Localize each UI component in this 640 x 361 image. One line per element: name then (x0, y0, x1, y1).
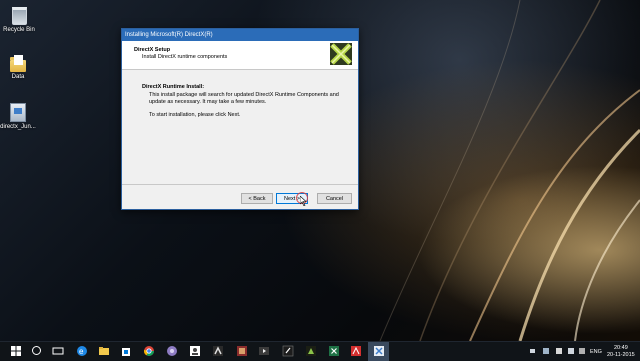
setup-file-icon (10, 103, 26, 122)
desktop-icon-recycle-bin[interactable]: Recycle Bin (1, 5, 37, 34)
network-icon[interactable] (543, 348, 549, 354)
desktop-icon-label: Recycle Bin (3, 27, 35, 33)
desktop-icon-label: Data (11, 74, 25, 80)
music-icon[interactable] (282, 345, 294, 357)
recycle-bin-icon (11, 7, 27, 25)
install-hint: To start installation, please click Next… (149, 112, 241, 118)
battery-icon[interactable] (556, 348, 562, 354)
acrobat-icon[interactable] (350, 345, 362, 357)
chrome-icon[interactable] (143, 345, 155, 357)
install-description: This install package will search for upd… (149, 92, 339, 105)
start-icon[interactable] (10, 345, 22, 357)
mouse-cursor-icon (300, 196, 307, 206)
edge-icon[interactable]: e (76, 345, 88, 357)
header-subtitle: Install DirectX runtime components (142, 54, 228, 60)
back-button[interactable]: < Back (241, 193, 273, 204)
directx-setup-dialog: Installing Microsoft(R) DirectX(R) Direc… (121, 28, 359, 210)
media-icon[interactable] (166, 345, 178, 357)
folder-icon (10, 55, 26, 72)
dialog-titlebar[interactable]: Installing Microsoft(R) DirectX(R) (122, 29, 358, 41)
clock-date[interactable]: 20-11-2015 (607, 352, 635, 358)
explorer-icon[interactable] (98, 345, 110, 357)
clock-time[interactable]: 20:49 (614, 345, 628, 351)
dialog-header: DirectX Setup Install DirectX runtime co… (122, 41, 358, 70)
svg-text:e: e (79, 347, 84, 356)
desktop-icon-data[interactable]: Data (0, 54, 36, 81)
game-icon[interactable] (212, 345, 224, 357)
desktop-icon-directx[interactable]: directx_Jun... (0, 103, 36, 131)
search-icon[interactable] (32, 346, 41, 355)
header-title: DirectX Setup (134, 47, 171, 53)
directx-setup-icon[interactable] (373, 345, 385, 357)
people-icon[interactable] (189, 345, 201, 357)
section-title: DirectX Runtime Install: (142, 84, 205, 90)
desktop-icon-label: directx_Jun... (0, 124, 36, 130)
excel-icon[interactable] (328, 345, 340, 357)
button-separator (122, 184, 358, 185)
taskbar: e ENG 20:49 20-11-2015 (0, 341, 640, 361)
chevron-up-icon[interactable] (530, 349, 535, 353)
language-indicator[interactable]: ENG (590, 349, 602, 355)
cancel-button[interactable]: Cancel (317, 193, 352, 204)
dialog-content: DirectX Runtime Install: This install pa… (122, 70, 358, 184)
green-app-icon[interactable] (305, 345, 317, 357)
directx-logo-icon (330, 43, 352, 65)
message-icon[interactable] (579, 348, 585, 354)
store-icon[interactable] (120, 345, 132, 357)
video-icon[interactable] (258, 345, 270, 357)
app-icon[interactable] (236, 345, 248, 357)
task-view-icon[interactable] (52, 345, 64, 357)
volume-icon[interactable] (568, 348, 574, 354)
